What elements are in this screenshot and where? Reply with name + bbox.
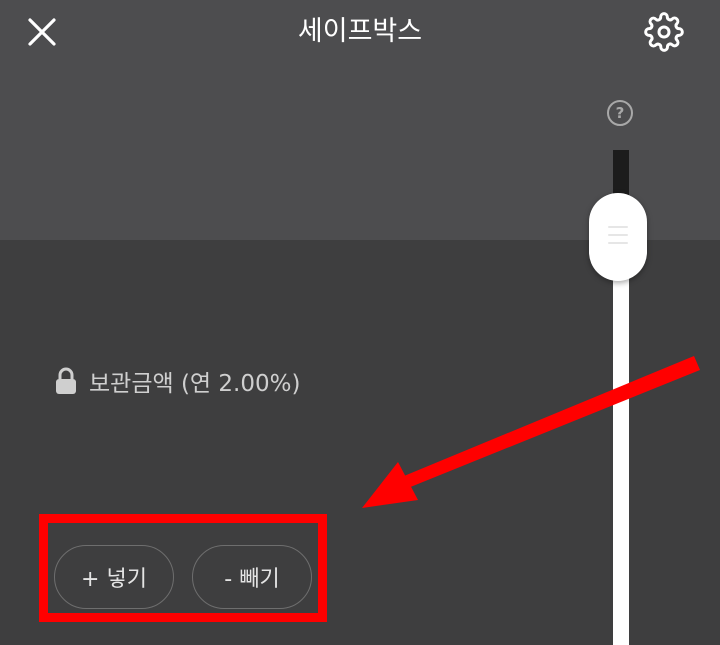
lock-icon (56, 367, 76, 394)
grip-line (608, 226, 628, 228)
settings-button[interactable] (642, 10, 686, 54)
slider-handle[interactable] (589, 193, 647, 281)
help-icon[interactable]: ? (607, 100, 633, 126)
balance-label-text: 보관금액 (연 2.00%) (89, 371, 301, 397)
balance-label: 보관금액 (연 2.00%) (55, 364, 300, 398)
slider-track-filled[interactable] (613, 250, 629, 645)
annotation-highlight-box (39, 514, 327, 622)
gear-icon (644, 12, 684, 52)
grip-line (608, 234, 628, 236)
grip-line (608, 242, 628, 244)
page-title: 세이프박스 (297, 16, 423, 47)
